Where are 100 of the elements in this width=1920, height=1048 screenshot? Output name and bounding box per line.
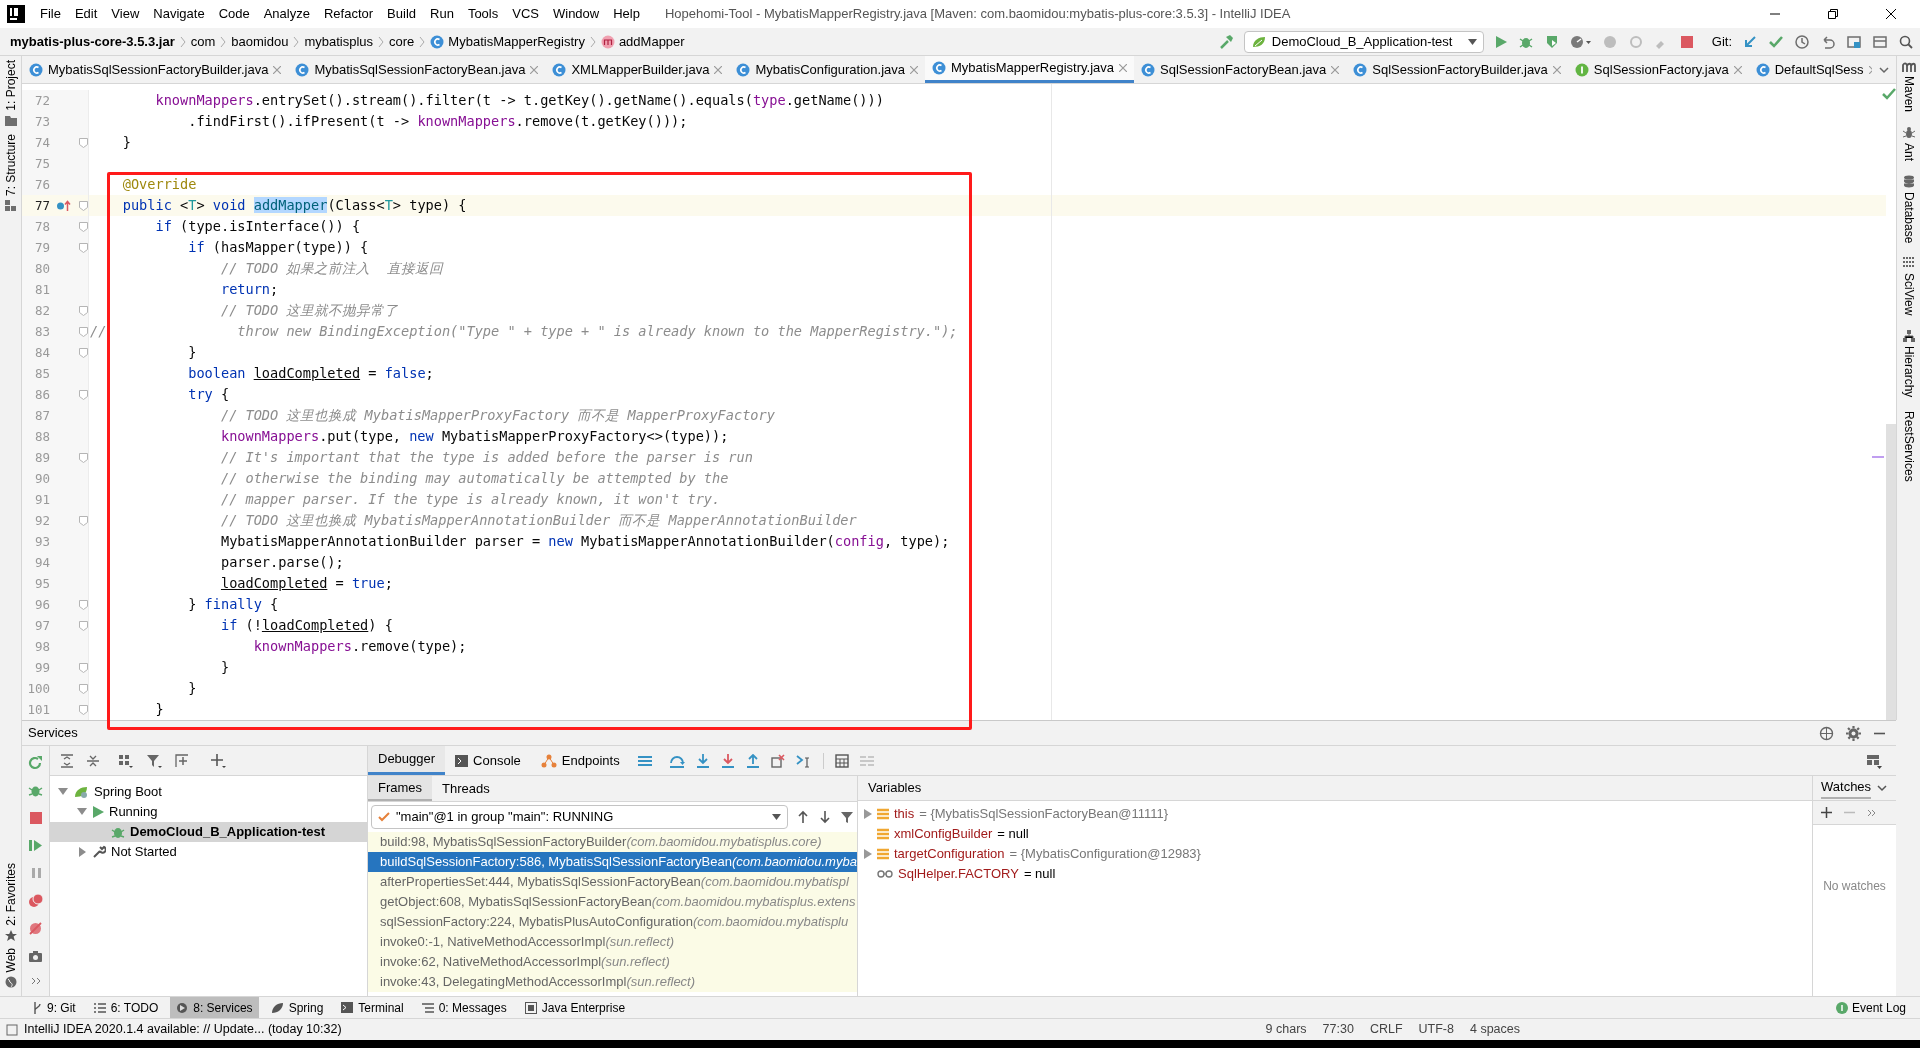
crosshair-icon[interactable]: [1819, 725, 1834, 741]
menu-item[interactable]: Refactor: [316, 4, 381, 24]
variable-row[interactable]: SqlHelper.FACTORY = null: [858, 864, 1812, 884]
fold-marker-icon[interactable]: [78, 389, 88, 400]
project-structure-icon[interactable]: [1846, 33, 1862, 50]
add-icon[interactable]: [1821, 807, 1832, 818]
expand-all-icon[interactable]: [60, 753, 74, 768]
stack-frame[interactable]: sqlSessionFactory:224, MybatisPlusAutoConfiguration(com.baomidou.mybatisplu: [368, 912, 857, 932]
editor-tab[interactable]: SqlSessionFactoryBuilder.java: [1346, 56, 1568, 83]
fold-marker-icon[interactable]: [78, 662, 88, 673]
editor-tab[interactable]: SqlSessionFactoryBean.java: [1134, 56, 1347, 83]
menu-item[interactable]: VCS: [505, 4, 546, 24]
expanded-arrow-icon[interactable]: [58, 788, 68, 796]
chevron-down-icon[interactable]: [1877, 783, 1888, 793]
more-icon[interactable]: [29, 976, 42, 986]
folder-icon[interactable]: [4, 114, 17, 126]
tool-window-button[interactable]: 1: Project: [1, 60, 20, 111]
stack-frame[interactable]: invoke:62, NativeMethodAccessorImpl(sun.reflect): [368, 952, 857, 972]
fold-marker-icon[interactable]: [78, 347, 88, 358]
fold-marker-icon[interactable]: [78, 221, 88, 232]
menu-item[interactable]: Help: [606, 4, 647, 24]
settings-icon[interactable]: [1846, 725, 1861, 741]
close-icon[interactable]: [1331, 65, 1340, 74]
step-into-icon[interactable]: [695, 753, 710, 768]
add-service-icon[interactable]: [174, 752, 190, 769]
menu-item[interactable]: Window: [545, 4, 607, 24]
menu-item[interactable]: Analyze: [256, 4, 317, 24]
collapsed-arrow-icon[interactable]: [864, 809, 872, 819]
close-icon[interactable]: [1119, 64, 1128, 72]
variable-row[interactable]: this = {MybatisSqlSessionFactoryBean@11111}: [858, 804, 1812, 824]
tool-window-button[interactable]: 2: Favorites: [1, 862, 20, 926]
run-configuration-dropdown[interactable]: DemoCloud_B_Application-test: [1243, 30, 1484, 53]
camera-icon[interactable]: [28, 949, 43, 963]
tool-window-button[interactable]: Hierarchy: [1899, 345, 1918, 398]
tool-window-button[interactable]: Spring: [264, 997, 330, 1018]
fold-marker-icon[interactable]: [78, 200, 88, 211]
thread-dropdown[interactable]: "main"@1 in group "main": RUNNING: [371, 805, 788, 829]
globe-icon[interactable]: [4, 976, 17, 988]
run-to-cursor-icon[interactable]: [795, 753, 812, 768]
tool-window-button[interactable]: Ant: [1899, 143, 1918, 162]
tree-item[interactable]: Not Started: [50, 842, 367, 862]
drop-frame-icon[interactable]: [770, 753, 785, 768]
breadcrumb[interactable]: baomidou: [231, 31, 289, 52]
evaluate-icon[interactable]: [834, 753, 849, 768]
filter-icon[interactable]: [146, 752, 162, 769]
hierarchy-icon[interactable]: [1902, 329, 1915, 342]
fold-marker-icon[interactable]: [78, 704, 88, 715]
debugger-tab[interactable]: Console: [445, 746, 531, 775]
stop-icon[interactable]: [1679, 34, 1694, 49]
collapsed-arrow-icon[interactable]: [864, 849, 872, 859]
fold-marker-icon[interactable]: [78, 452, 88, 463]
stack-frame[interactable]: afterPropertiesSet:444, MybatisSqlSessionFactoryBean(com.baomidou.mybatispl: [368, 872, 857, 892]
menu-item[interactable]: Navigate: [146, 4, 212, 24]
fold-marker-icon[interactable]: [78, 620, 88, 631]
profiler-icon[interactable]: [1569, 33, 1592, 50]
frames-tab[interactable]: Threads: [432, 776, 500, 801]
bug-icon[interactable]: [1902, 126, 1915, 140]
database-icon[interactable]: [1902, 175, 1915, 189]
close-icon[interactable]: [273, 65, 282, 74]
tool-window-button[interactable]: 0: Messages: [415, 997, 513, 1018]
stack-frame[interactable]: getObject:608, MybatisSqlSessionFactoryBean(com.baomidou.mybatisplus.extens: [368, 892, 857, 912]
stack-frame[interactable]: build:98, MybatisSqlSessionFactoryBuilder(com.baomidou.mybatisplus.core): [368, 832, 857, 852]
tool-window-button[interactable]: Web: [1, 947, 20, 972]
tool-window-button[interactable]: Database: [1899, 192, 1918, 244]
status-item[interactable]: UTF-8: [1418, 1020, 1454, 1039]
debugger-tab[interactable]: Endpoints: [530, 746, 630, 775]
mute-breakpoints-icon[interactable]: [28, 921, 43, 936]
stop-icon[interactable]: [28, 811, 43, 825]
filter-icon[interactable]: [840, 810, 854, 824]
breadcrumb[interactable]: MybatisMapperRegistry: [430, 31, 585, 52]
tree-item[interactable]: DemoCloud_B_Application-test: [50, 822, 367, 842]
update-project-icon[interactable]: [1742, 33, 1758, 50]
breadcrumb[interactable]: com: [190, 31, 216, 52]
fold-marker-icon[interactable]: [78, 242, 88, 253]
status-icon[interactable]: [6, 1023, 18, 1036]
close-icon[interactable]: [1733, 65, 1742, 74]
close-icon[interactable]: [530, 65, 539, 74]
scrollbar-thumb[interactable]: [1886, 424, 1896, 720]
add-icon[interactable]: [210, 752, 226, 769]
structure-icon[interactable]: [4, 199, 17, 212]
maven-icon[interactable]: [1901, 62, 1916, 72]
status-item[interactable]: 9 chars: [1265, 1020, 1307, 1039]
breakpoints-icon[interactable]: [27, 893, 44, 908]
tool-window-button[interactable]: Terminal: [335, 997, 410, 1018]
stack-frame[interactable]: invoke:43, DelegatingMethodAccessorImpl(sun.reflect): [368, 972, 857, 992]
fold-marker-icon[interactable]: [78, 599, 88, 610]
collapsed-arrow-icon[interactable]: [77, 847, 87, 857]
close-icon[interactable]: [910, 65, 918, 74]
rollback-icon[interactable]: [1820, 33, 1836, 50]
breadcrumb[interactable]: mybatisplus: [304, 31, 374, 52]
menu-item[interactable]: Code: [211, 4, 257, 24]
variable-row[interactable]: xmlConfigBuilder = null: [858, 824, 1812, 844]
arrow-down-icon[interactable]: [818, 810, 832, 824]
status-item[interactable]: 4 spaces: [1469, 1020, 1520, 1039]
override-marker-icon[interactable]: [56, 199, 72, 212]
expanded-arrow-icon[interactable]: [77, 808, 87, 816]
layout-icon[interactable]: [1872, 33, 1888, 50]
status-message[interactable]: IntelliJ IDEA 2020.1.4 available: // Update... (today 10:32): [24, 1020, 342, 1039]
stack-frame[interactable]: invoke0:-1, NativeMethodAccessorImpl(sun.reflect): [368, 932, 857, 952]
variable-row[interactable]: targetConfiguration = {MybatisConfiguration@12983}: [858, 844, 1812, 864]
